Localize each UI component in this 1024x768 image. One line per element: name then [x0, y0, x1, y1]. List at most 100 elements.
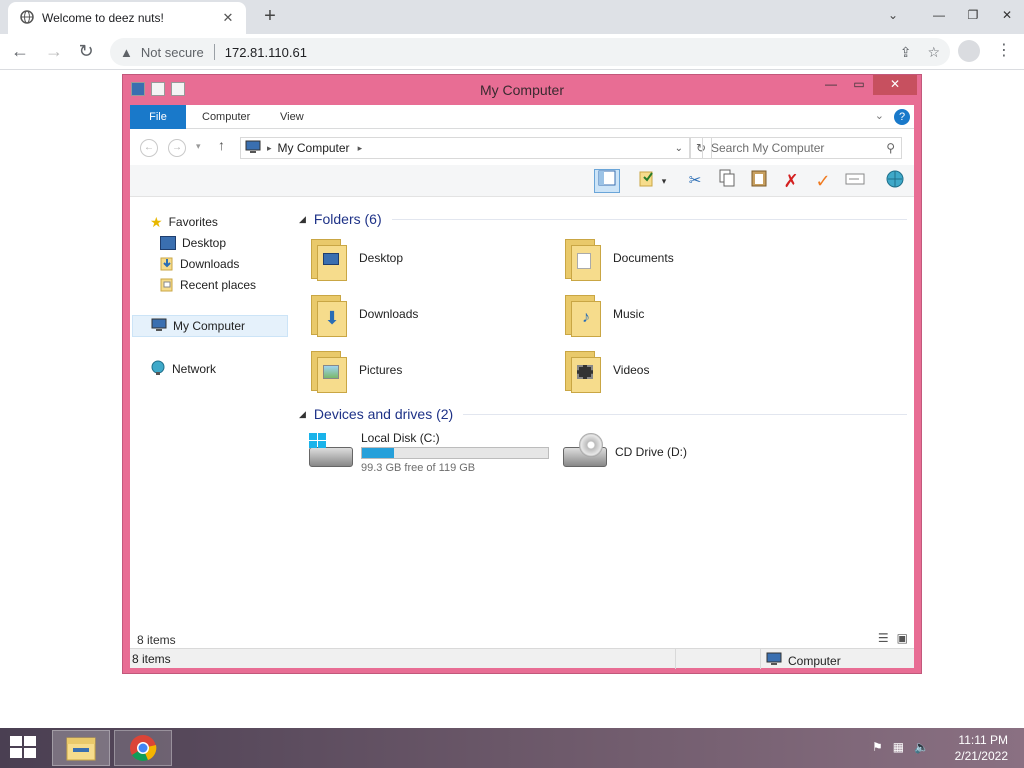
window-title: My Computer — [479, 82, 565, 98]
close-tab-icon[interactable]: ✕ — [220, 10, 236, 26]
dropdown-chevron-icon[interactable]: ▾ — [658, 169, 670, 193]
folder-item[interactable]: Videos — [563, 345, 793, 395]
drive-item-c[interactable]: Local Disk (C:) 99.3 GB free of 119 GB — [307, 431, 549, 474]
forward-icon[interactable]: → — [168, 139, 186, 157]
action-center-flag-icon[interactable]: ⚑ — [872, 740, 883, 754]
close-window-icon[interactable]: ✕ — [990, 0, 1024, 30]
cut-scissors-icon[interactable]: ✂ — [682, 169, 708, 193]
copy-icon[interactable] — [714, 169, 740, 193]
kebab-menu-icon[interactable]: ⋮ — [996, 40, 1012, 60]
tab-view[interactable]: View — [266, 105, 318, 129]
folder-item[interactable]: Documents — [563, 233, 793, 283]
breadcrumb-my-computer[interactable]: My Computer — [278, 141, 350, 155]
network-globe-icon[interactable] — [882, 169, 908, 193]
back-icon[interactable]: ← — [140, 139, 158, 157]
taskbar-file-explorer[interactable] — [52, 730, 110, 766]
tab-computer[interactable]: Computer — [188, 105, 264, 129]
folder-item[interactable]: ⬇ Downloads — [309, 289, 539, 339]
delete-x-icon[interactable]: ✗ — [778, 169, 804, 193]
collapse-triangle-icon[interactable]: ◢ — [299, 214, 306, 225]
volume-muted-icon[interactable]: 🔈 — [914, 740, 929, 754]
collapse-triangle-icon[interactable]: ◢ — [299, 409, 306, 420]
recent-locations-chevron-icon[interactable]: ▾ — [196, 141, 201, 152]
url-text[interactable]: 172.81.110.61 — [225, 45, 307, 60]
nav-downloads[interactable]: Downloads — [160, 255, 239, 273]
videos-folder-icon — [563, 347, 603, 393]
downloads-icon — [160, 255, 174, 274]
bookmark-star-icon[interactable]: ☆ — [927, 44, 940, 61]
browser-window-controls: — ❐ ✕ — [922, 0, 1024, 30]
clock-time: 11:11 PM — [958, 733, 1008, 747]
devices-group-header[interactable]: ◢ Devices and drives (2) — [295, 404, 907, 424]
nav-my-computer[interactable]: My Computer — [132, 315, 288, 337]
status-bar: 8 items Computer — [130, 648, 914, 669]
preview-pane-icon[interactable] — [594, 169, 620, 193]
address-bar[interactable]: ▸ My Computer ▸ ⌄ — [240, 137, 690, 159]
star-icon: ★ — [150, 213, 163, 230]
network-status-icon[interactable]: ▦ — [893, 740, 904, 754]
browser-tab[interactable]: Welcome to deez nuts! ✕ — [8, 2, 246, 34]
details-view-icon[interactable]: ☰ — [878, 631, 889, 645]
minimize-icon[interactable]: — — [817, 75, 845, 95]
hard-disk-icon — [307, 431, 355, 471]
tab-file[interactable]: File — [130, 105, 186, 129]
content-pane: ◢ Folders (6) Desktop Documents ⬇ Downlo… — [295, 197, 910, 627]
help-icon[interactable]: ? — [894, 109, 910, 125]
group-title: Folders (6) — [313, 211, 382, 227]
maximize-icon[interactable]: ▭ — [845, 75, 873, 95]
system-tray: ⚑ ▦ 🔈 — [872, 740, 929, 754]
not-secure-label: Not secure — [140, 44, 204, 60]
nav-network[interactable]: Network — [150, 360, 216, 378]
large-icons-view-icon[interactable]: ▣ — [897, 631, 908, 645]
folder-item[interactable]: Desktop — [309, 233, 539, 283]
close-icon[interactable]: ✕ — [873, 75, 917, 95]
nav-favorites[interactable]: ★ Favorites — [150, 213, 218, 231]
forward-arrow-icon[interactable]: → — [42, 40, 66, 64]
clock[interactable]: 11:11 PM 2/21/2022 — [955, 732, 1008, 764]
rename-icon[interactable] — [842, 169, 868, 193]
address-dropdown-icon[interactable]: ⌄ — [675, 143, 683, 154]
back-arrow-icon[interactable]: ← — [8, 40, 32, 64]
tab-search-chevron-icon[interactable]: ⌄ — [888, 8, 898, 22]
folder-label: Music — [613, 307, 645, 321]
folders-group-header[interactable]: ◢ Folders (6) — [295, 209, 907, 229]
music-folder-icon: ♪ — [563, 291, 603, 337]
warning-triangle-icon: ▲ — [120, 44, 133, 60]
properties-checklist-icon[interactable] — [634, 169, 660, 193]
paste-clipboard-icon[interactable] — [746, 169, 772, 193]
search-icon[interactable]: ⚲ — [886, 138, 895, 158]
minimize-icon[interactable]: — — [922, 0, 956, 30]
pictures-folder-icon — [309, 347, 349, 393]
window-controls: — ▭ ✕ — [817, 75, 917, 95]
address-row: ← → ▾ ↑ ▸ My Computer ▸ ⌄ ↻ Search My Co… — [130, 129, 914, 165]
new-tab-button[interactable]: + — [258, 5, 282, 29]
group-divider — [463, 413, 907, 415]
taskbar-chrome[interactable] — [114, 730, 172, 766]
drive-item-d[interactable]: CD Drive (D:) — [561, 431, 687, 471]
profile-avatar[interactable] — [958, 40, 980, 62]
folder-item[interactable]: Pictures — [309, 345, 539, 395]
nav-label: My Computer — [173, 319, 246, 333]
folder-item[interactable]: ♪ Music — [563, 289, 793, 339]
nav-recent-places[interactable]: Recent places — [160, 276, 256, 294]
folder-label: Downloads — [359, 307, 419, 321]
nav-label: Desktop — [182, 236, 227, 250]
nav-desktop[interactable]: Desktop — [160, 234, 226, 252]
share-icon[interactable]: ⇪ — [900, 44, 912, 61]
group-divider — [391, 218, 907, 220]
nav-label: Downloads — [180, 257, 240, 271]
omnibox[interactable]: ▲ Not secure 172.81.110.61 ⇪ ☆ — [110, 38, 950, 66]
drive-name: Local Disk (C:) — [361, 431, 440, 445]
status-items: 8 items — [132, 652, 171, 666]
nav-label: Network — [172, 362, 217, 376]
windows-start-icon[interactable] — [10, 736, 38, 760]
reload-icon[interactable]: ↻ — [74, 40, 98, 64]
up-arrow-icon[interactable]: ↑ — [218, 137, 225, 153]
search-input[interactable]: Search My Computer ⚲ — [702, 137, 902, 159]
status-location: Computer — [766, 652, 841, 669]
restore-icon[interactable]: ❐ — [956, 0, 990, 30]
checkmark-icon[interactable]: ✓ — [810, 169, 836, 193]
breadcrumb-chevron-icon[interactable]: ▸ — [358, 143, 363, 154]
network-icon — [150, 360, 166, 379]
expand-ribbon-chevron-icon[interactable]: ⌄ — [875, 109, 884, 122]
